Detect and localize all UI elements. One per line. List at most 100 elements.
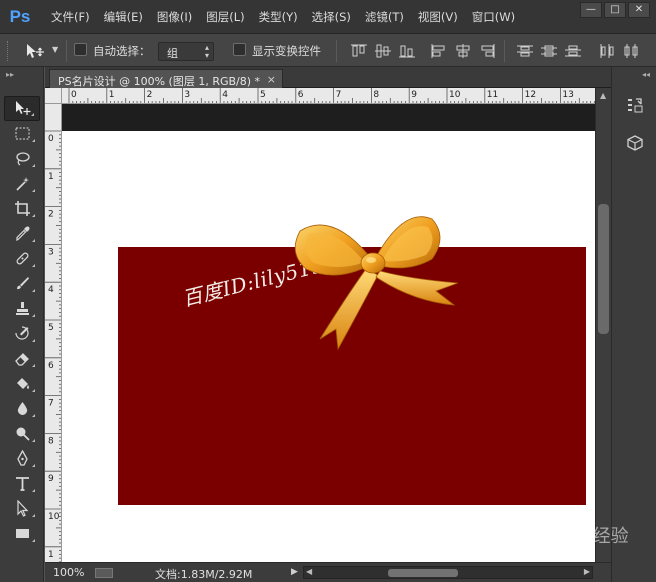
ruler-label: 1 [109,90,115,100]
scroll-up-icon[interactable]: ▲ [600,91,606,100]
auto-select-label: 自动选择： [93,44,151,58]
document-tab-bar: PS名片设计 @ 100% (图层 1, RGB/8) * × [45,67,611,88]
align-right-icon[interactable] [478,43,496,59]
paint-bucket-icon [16,378,29,389]
ruler-label: 6 [48,361,54,371]
divider [336,40,337,62]
ruler-label: 1 [48,550,54,560]
menu-edit[interactable]: 编辑(E) [97,9,150,25]
crop-icon [14,201,30,216]
document-tab[interactable]: PS名片设计 @ 100% (图层 1, RGB/8) * × [49,69,283,88]
close-button[interactable]: ✕ [628,2,650,18]
bandage-icon [16,252,28,265]
move-tool-preset-icon[interactable] [24,42,46,60]
watermark-text: Bai du 经验 [530,526,629,547]
vertical-scrollbar[interactable]: ▲ [595,88,611,562]
marquee-tool[interactable] [4,121,40,146]
type-tool[interactable] [4,471,40,496]
eyedropper-tool[interactable] [4,221,40,246]
menu-filter[interactable]: 滤镜(T) [358,9,411,25]
options-bar-grip[interactable] [7,41,9,61]
updown-caret-icon: ▴ ▾ [204,43,209,60]
minimize-button[interactable]: — [580,2,602,18]
lasso-tool[interactable] [4,146,40,171]
blur-tool[interactable] [4,396,40,421]
menu-layer[interactable]: 图层(L) [199,9,251,25]
history-brush-tool[interactable] [4,321,40,346]
history-panel-button[interactable] [624,95,646,115]
rectangle-tool[interactable] [4,521,40,546]
horizontal-scrollbar[interactable]: ◀ ▶ [303,566,593,579]
window-controls: — □ ✕ [580,2,650,18]
menu-file[interactable]: 文件(F) [44,9,97,25]
horizontal-ruler-ticks: 0 1 2 3 4 5 6 7 8 9 10 11 12 13 [68,88,595,103]
menu-window[interactable]: 窗口(W) [465,9,522,25]
eraser-icon [14,353,29,366]
distribute-top-icon[interactable] [516,43,534,59]
align-bottom-icon[interactable] [398,43,416,59]
align-hcenter-icon[interactable] [454,43,472,59]
status-bar: 100% 文档:1.83M/2.92M ▶ ◀ ▶ [45,562,611,582]
vertical-scroll-thumb[interactable] [598,204,609,334]
properties-panel-icon [627,135,643,151]
options-bar: ▼ 自动选择： 组 ▴ ▾ 显示变换控件 [0,34,656,67]
menu-select[interactable]: 选择(S) [305,9,358,25]
ruler-label: 2 [48,210,54,220]
clone-stamp-tool[interactable] [4,296,40,321]
rectangle-marquee-icon [15,127,29,140]
tool-preset-caret-icon[interactable]: ▼ [52,45,58,54]
move-tool[interactable] [4,96,40,121]
dodge-tool[interactable] [4,421,40,446]
horizontal-ruler[interactable]: 0 1 2 3 4 5 6 7 8 9 10 11 12 13 [62,88,595,104]
scroll-right-icon[interactable]: ▶ [584,567,590,576]
app-logo[interactable]: Ps [6,5,34,29]
align-vcenter-icon[interactable] [374,43,392,59]
close-tab-icon[interactable]: × [267,73,276,86]
paint-bucket-tool[interactable] [4,371,40,396]
vertical-ruler[interactable]: 0 1 2 3 4 5 6 7 8 9 10 1 [45,104,62,562]
ruler-label: 5 [260,90,266,100]
ruler-label: 9 [411,90,417,100]
status-menu-arrow-icon[interactable]: ▶ [291,567,298,577]
type-icon [15,477,29,491]
distribute-vcenter-icon[interactable] [540,43,558,59]
distribute-bottom-icon[interactable] [564,43,582,59]
magic-wand-icon [15,177,29,191]
auto-select-checkbox[interactable] [74,43,87,56]
crop-tool[interactable] [4,196,40,221]
align-top-icon[interactable] [350,43,368,59]
menu-view[interactable]: 视图(V) [411,9,465,25]
align-left-icon[interactable] [430,43,448,59]
ruler-label: 1 [48,172,54,182]
auto-select-dropdown[interactable]: 组 ▴ ▾ [158,42,214,61]
zoom-level[interactable]: 100% [53,566,84,579]
pen-tool[interactable] [4,446,40,471]
path-selection-tool[interactable] [4,496,40,521]
show-transform-checkbox[interactable] [233,43,246,56]
ruler-label: 7 [336,90,342,100]
maximize-button[interactable]: □ [604,2,626,18]
ruler-label: 4 [222,90,228,100]
distribute-left-icon[interactable] [598,43,616,59]
properties-panel-button[interactable] [624,133,646,153]
status-preview-icon[interactable] [95,568,113,578]
show-transform-label: 显示变换控件 [252,44,321,58]
healing-brush-tool[interactable] [4,246,40,271]
menu-image[interactable]: 图像(I) [150,9,199,25]
menu-type[interactable]: 类型(Y) [252,9,305,25]
gold-bow-image[interactable] [292,213,458,351]
ruler-label: 10 [48,512,60,522]
distribute-hcenter-icon[interactable] [622,43,640,59]
collapse-panel-icon[interactable]: ▸▸ [6,70,14,79]
rectangle-shape-icon [15,529,29,538]
eraser-tool[interactable] [4,346,40,371]
history-panel-icon [628,98,643,113]
ruler-label: 12 [525,90,536,100]
ruler-origin[interactable] [45,88,62,104]
brush-tool[interactable] [4,271,40,296]
ruler-label: 8 [48,436,54,446]
scroll-left-icon[interactable]: ◀ [306,567,312,576]
magic-wand-tool[interactable] [4,171,40,196]
horizontal-scroll-thumb[interactable] [388,569,458,577]
expand-panels-icon[interactable]: ◂◂ [642,70,650,79]
